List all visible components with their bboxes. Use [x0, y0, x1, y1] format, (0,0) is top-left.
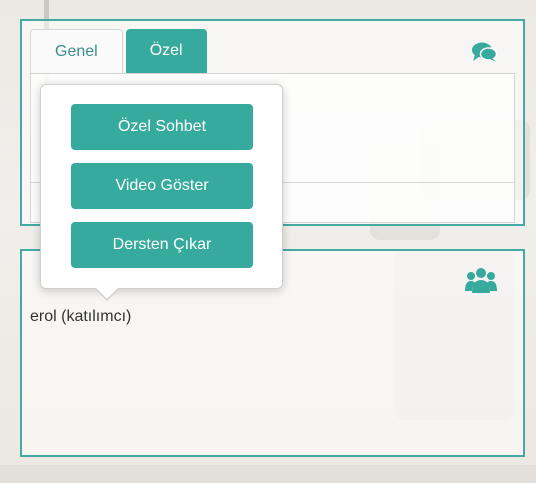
- remove-from-class-button[interactable]: Dersten Çıkar: [71, 222, 253, 268]
- users-group-icon: [465, 268, 497, 293]
- popover-arrow: [96, 288, 118, 299]
- private-chat-button[interactable]: Özel Sohbet: [71, 104, 253, 150]
- participant-actions-popover: Özel Sohbet Video Göster Dersten Çıkar: [40, 84, 283, 301]
- show-video-button[interactable]: Video Göster: [71, 163, 253, 209]
- bottom-strip: [0, 465, 536, 483]
- chat-tabs: Genel Özel: [30, 29, 207, 73]
- participant-item[interactable]: erol (katılımcı): [30, 308, 131, 326]
- chat-bubbles-icon[interactable]: [471, 41, 497, 63]
- tab-genel[interactable]: Genel: [30, 29, 123, 73]
- tab-ozel[interactable]: Özel: [125, 29, 207, 73]
